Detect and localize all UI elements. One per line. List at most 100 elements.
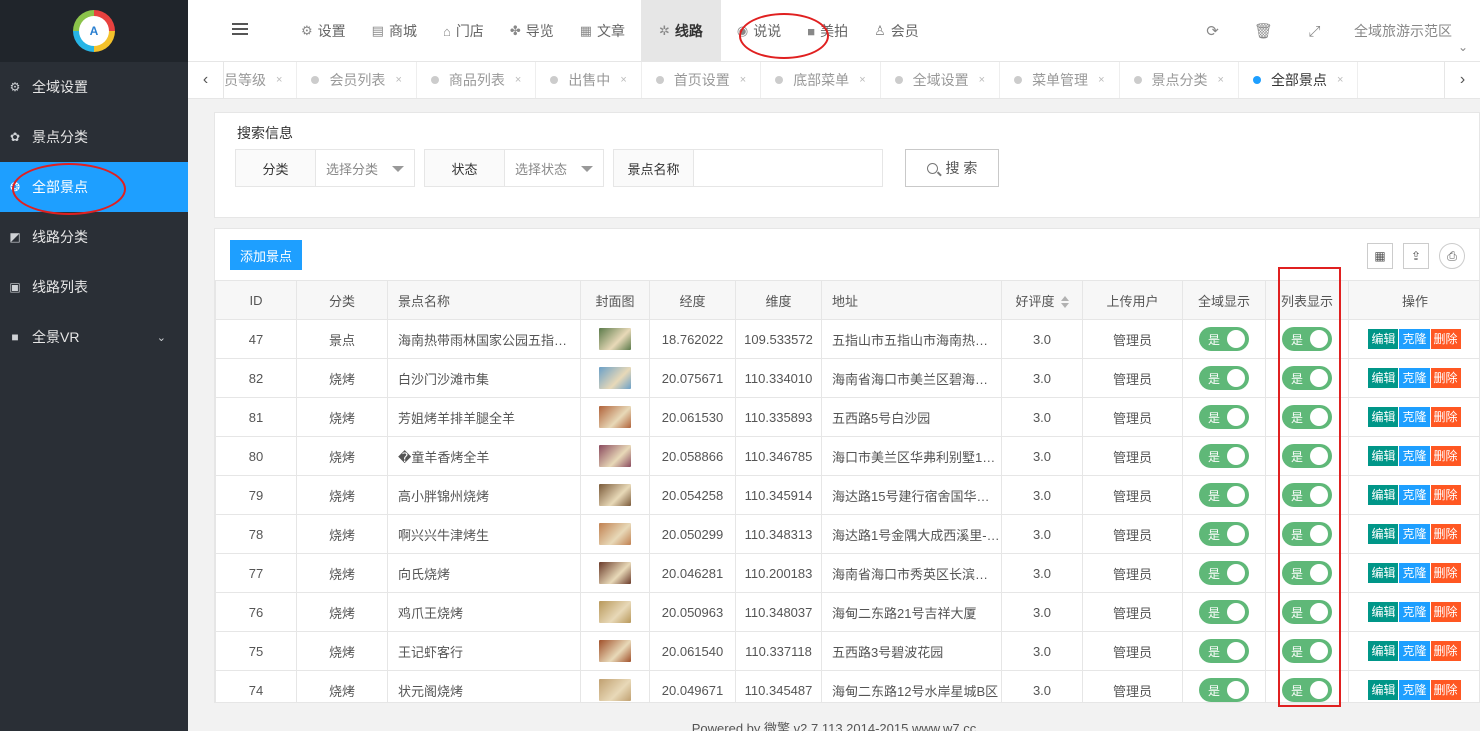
list-display-switch[interactable]: 是 <box>1282 483 1332 507</box>
tabs-scroll-right-icon[interactable]: › <box>1444 62 1480 98</box>
search-button[interactable]: 搜 索 <box>905 149 999 187</box>
delete-button[interactable]: 删除 <box>1430 407 1461 427</box>
delete-button[interactable]: 删除 <box>1430 524 1461 544</box>
clone-button[interactable]: 克隆 <box>1399 641 1430 661</box>
clone-button[interactable]: 克隆 <box>1399 329 1430 349</box>
clone-button[interactable]: 克隆 <box>1399 368 1430 388</box>
list-display-switch[interactable]: 是 <box>1282 561 1332 585</box>
global-display-switch[interactable]: 是 <box>1199 444 1249 468</box>
cover-thumbnail[interactable] <box>599 328 631 350</box>
close-icon[interactable]: × <box>1098 74 1104 86</box>
clone-button[interactable]: 克隆 <box>1399 602 1430 622</box>
topnav-item-7[interactable]: ■ 美拍 <box>797 0 858 62</box>
menu-toggle-icon[interactable] <box>232 23 248 37</box>
category-select[interactable]: 选择分类 <box>316 150 414 186</box>
clone-button[interactable]: 克隆 <box>1399 407 1430 427</box>
close-icon[interactable]: × <box>979 74 985 86</box>
sidebar-item-2[interactable]: ❂ 全部景点 <box>0 162 188 212</box>
topnav-item-1[interactable]: ▤ 商城 <box>362 0 427 62</box>
list-display-switch[interactable]: 是 <box>1282 405 1332 429</box>
tab-1[interactable]: 会员列表 × <box>297 62 417 98</box>
cover-thumbnail[interactable] <box>599 445 631 467</box>
refresh-icon[interactable]: ⟳ <box>1187 22 1238 40</box>
tab-7[interactable]: 菜单管理 × <box>1000 62 1120 98</box>
global-display-switch[interactable]: 是 <box>1199 678 1249 702</box>
topnav-item-2[interactable]: ⌂ 门店 <box>433 0 494 62</box>
name-input[interactable] <box>694 150 882 186</box>
tab-4[interactable]: 首页设置 × <box>642 62 762 98</box>
app-logo[interactable]: A <box>73 10 115 52</box>
edit-button[interactable]: 编辑 <box>1368 485 1399 505</box>
global-display-switch[interactable]: 是 <box>1199 483 1249 507</box>
cover-thumbnail[interactable] <box>599 484 631 506</box>
cover-thumbnail[interactable] <box>599 406 631 428</box>
list-display-switch[interactable]: 是 <box>1282 327 1332 351</box>
tab-2[interactable]: 商品列表 × <box>417 62 537 98</box>
clone-button[interactable]: 克隆 <box>1399 563 1430 583</box>
edit-button[interactable]: 编辑 <box>1368 680 1399 700</box>
sort-icon[interactable] <box>1060 296 1069 309</box>
edit-button[interactable]: 编辑 <box>1368 368 1399 388</box>
sidebar-item-4[interactable]: ▣ 线路列表 <box>0 262 188 312</box>
cover-thumbnail[interactable] <box>599 601 631 623</box>
edit-button[interactable]: 编辑 <box>1368 563 1399 583</box>
edit-button[interactable]: 编辑 <box>1368 329 1399 349</box>
topnav-item-5[interactable]: ✲ 线路 <box>641 0 721 62</box>
add-spot-button[interactable]: 添加景点 <box>230 240 303 270</box>
edit-button[interactable]: 编辑 <box>1368 446 1399 466</box>
list-display-switch[interactable]: 是 <box>1282 444 1332 468</box>
list-display-switch[interactable]: 是 <box>1282 366 1332 390</box>
cover-thumbnail[interactable] <box>599 562 631 584</box>
global-display-switch[interactable]: 是 <box>1199 600 1249 624</box>
delete-button[interactable]: 删除 <box>1430 485 1461 505</box>
close-icon[interactable]: × <box>1218 74 1224 86</box>
global-display-switch[interactable]: 是 <box>1199 405 1249 429</box>
list-display-switch[interactable]: 是 <box>1282 678 1332 702</box>
fullscreen-icon[interactable]: ⤢ <box>1289 23 1340 40</box>
close-icon[interactable]: × <box>1337 74 1343 86</box>
delete-button[interactable]: 删除 <box>1430 680 1461 700</box>
close-icon[interactable]: × <box>276 74 282 86</box>
delete-button[interactable]: 删除 <box>1430 563 1461 583</box>
edit-button[interactable]: 编辑 <box>1368 524 1399 544</box>
global-display-switch[interactable]: 是 <box>1199 561 1249 585</box>
list-display-switch[interactable]: 是 <box>1282 600 1332 624</box>
delete-button[interactable]: 删除 <box>1430 446 1461 466</box>
delete-button[interactable]: 删除 <box>1430 368 1461 388</box>
global-display-switch[interactable]: 是 <box>1199 639 1249 663</box>
column-header-7[interactable]: 好评度 <box>1001 280 1083 320</box>
cover-thumbnail[interactable] <box>599 679 631 701</box>
list-display-switch[interactable]: 是 <box>1282 522 1332 546</box>
global-display-switch[interactable]: 是 <box>1199 522 1249 546</box>
site-name[interactable]: 全域旅游示范区 <box>1340 21 1480 41</box>
close-icon[interactable]: × <box>620 74 626 86</box>
delete-button[interactable]: 删除 <box>1430 641 1461 661</box>
edit-button[interactable]: 编辑 <box>1368 407 1399 427</box>
tab-3[interactable]: 出售中 × <box>536 62 642 98</box>
sidebar-item-5[interactable]: ■ 全景VR ⌄ <box>0 312 188 362</box>
sidebar-item-3[interactable]: ◩ 线路分类 <box>0 212 188 262</box>
cover-thumbnail[interactable] <box>599 640 631 662</box>
topnav-item-3[interactable]: ✤ 导览 <box>500 0 564 62</box>
global-display-switch[interactable]: 是 <box>1199 327 1249 351</box>
list-display-switch[interactable]: 是 <box>1282 639 1332 663</box>
sidebar-item-1[interactable]: ✿ 景点分类 <box>0 112 188 162</box>
tabs-scroll-left-icon[interactable]: ‹ <box>188 62 224 98</box>
close-icon[interactable]: × <box>859 74 865 86</box>
topnav-item-0[interactable]: ⚙ 设置 <box>291 0 356 62</box>
global-display-switch[interactable]: 是 <box>1199 366 1249 390</box>
edit-button[interactable]: 编辑 <box>1368 602 1399 622</box>
columns-icon[interactable]: ▦ <box>1367 243 1393 269</box>
delete-button[interactable]: 删除 <box>1430 602 1461 622</box>
clone-button[interactable]: 克隆 <box>1399 446 1430 466</box>
topnav-item-6[interactable]: ◉ 说说 <box>727 0 791 62</box>
clone-button[interactable]: 克隆 <box>1399 524 1430 544</box>
tab-8[interactable]: 景点分类 × <box>1120 62 1239 98</box>
delete-button[interactable]: 删除 <box>1430 329 1461 349</box>
cover-thumbnail[interactable] <box>599 523 631 545</box>
tab-0[interactable]: 员等级 × <box>224 62 298 98</box>
tab-5[interactable]: 底部菜单 × <box>761 62 881 98</box>
status-select[interactable]: 选择状态 <box>505 150 603 186</box>
tab-9[interactable]: 全部景点 × <box>1239 62 1359 98</box>
trash-icon[interactable]: 🗑 <box>1238 22 1289 40</box>
